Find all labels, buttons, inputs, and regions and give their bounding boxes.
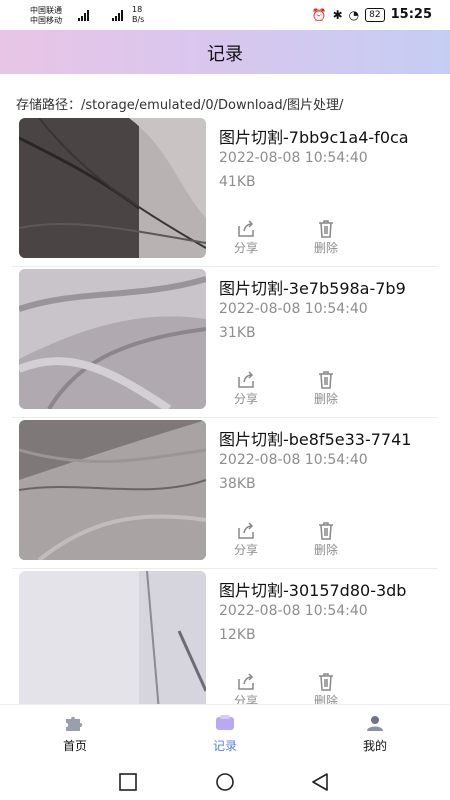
record-size: 38KB	[219, 476, 256, 492]
net-speed-unit: B/s	[132, 15, 145, 24]
record-thumbnail[interactable]	[19, 118, 206, 258]
record-icon	[216, 715, 234, 730]
carrier-1: 中国联通	[30, 6, 62, 15]
tab-profile[interactable]: 我的	[335, 713, 415, 754]
record-date: 2022-08-08 10:54:40	[219, 452, 368, 468]
page-header: 记录	[0, 30, 450, 74]
delete-label: 删除	[313, 694, 338, 704]
recents-icon[interactable]	[118, 773, 138, 791]
record-name: 图片切割-3e7b598a-7b9	[219, 279, 406, 298]
tab-label: 我的	[362, 739, 387, 753]
record-thumbnail[interactable]	[19, 269, 206, 409]
record-item[interactable]: 图片切割-7bb9c1a4-f0ca 2022-08-08 10:54:40 4…	[0, 116, 450, 267]
delete-button[interactable]: 删除	[306, 673, 346, 704]
record-size: 41KB	[219, 174, 256, 190]
trash-icon	[319, 371, 333, 389]
trash-icon	[319, 673, 333, 691]
record-name: 图片切割-7bb9c1a4-f0ca	[219, 128, 409, 147]
storage-path-value: /storage/emulated/0/Download/图片处理/	[81, 98, 344, 113]
share-button[interactable]: 分享	[226, 522, 266, 558]
puzzle-icon	[66, 716, 83, 731]
record-date: 2022-08-08 10:54:40	[219, 150, 368, 166]
share-button[interactable]: 分享	[226, 220, 266, 256]
tab-label: 首页	[62, 739, 87, 753]
share-label: 分享	[233, 694, 258, 704]
record-name: 图片切割-30157d80-3db	[219, 581, 407, 600]
record-size: 31KB	[219, 325, 256, 341]
share-label: 分享	[233, 392, 258, 406]
record-item[interactable]: 图片切割-be8f5e33-7741 2022-08-08 10:54:40 3…	[0, 418, 450, 569]
signal-icon-2	[112, 9, 123, 21]
net-speed: 18 B/s	[132, 5, 144, 25]
share-icon	[238, 673, 254, 690]
share-icon	[238, 371, 254, 388]
profile-icon	[367, 716, 383, 731]
share-button[interactable]: 分享	[226, 371, 266, 407]
carrier-info: 中国联通 中国移动	[30, 6, 62, 26]
record-name: 图片切割-be8f5e33-7741	[219, 430, 412, 449]
delete-label: 删除	[313, 392, 338, 406]
record-item[interactable]: 图片切割-3e7b598a-7b9 2022-08-08 10:54:40 31…	[0, 267, 450, 418]
delete-button[interactable]: 删除	[306, 371, 346, 407]
record-list[interactable]: 图片切割-7bb9c1a4-f0ca 2022-08-08 10:54:40 4…	[0, 116, 450, 704]
carrier-2: 中国移动	[30, 16, 62, 25]
share-label: 分享	[233, 543, 258, 557]
share-icon	[238, 220, 254, 237]
share-label: 分享	[233, 241, 258, 255]
storage-path-label: 存储路径：	[16, 98, 82, 113]
back-icon[interactable]	[310, 773, 330, 791]
alarm-icon: ⏰	[311, 7, 327, 22]
record-date: 2022-08-08 10:54:40	[219, 301, 368, 317]
net-speed-value: 18	[132, 5, 143, 14]
speedometer-icon: ◔	[348, 7, 360, 22]
record-thumbnail[interactable]	[19, 420, 206, 560]
page-title: 记录	[207, 44, 243, 65]
record-thumbnail[interactable]	[19, 571, 206, 704]
signal-icon	[78, 9, 89, 21]
home-icon[interactable]	[214, 773, 236, 791]
record-item[interactable]: 图片切割-30157d80-3db 2022-08-08 10:54:40 12…	[0, 569, 450, 704]
delete-button[interactable]: 删除	[306, 522, 346, 558]
share-icon	[238, 522, 254, 539]
trash-icon	[319, 220, 333, 238]
delete-label: 删除	[313, 241, 338, 255]
storage-path: 存储路径：/storage/emulated/0/Download/图片处理/	[16, 94, 450, 113]
trash-icon	[319, 522, 333, 540]
tab-label: 记录	[212, 739, 237, 753]
tab-home[interactable]: 首页	[35, 713, 115, 754]
record-size: 12KB	[219, 627, 256, 643]
bottom-tab-bar: 首页 记录 我的	[0, 704, 450, 763]
battery-indicator: 82	[365, 7, 385, 22]
delete-label: 删除	[313, 543, 338, 557]
clock: 15:25	[390, 7, 432, 22]
status-bar: 中国联通 中国移动 18 B/s ⏰ ✱ ◔ 82 15:25	[0, 0, 450, 30]
tab-records[interactable]: 记录	[185, 713, 265, 754]
system-nav-bar	[0, 762, 450, 800]
bluetooth-icon: ✱	[332, 7, 343, 22]
record-date: 2022-08-08 10:54:40	[219, 603, 368, 619]
share-button[interactable]: 分享	[226, 673, 266, 704]
delete-button[interactable]: 删除	[306, 220, 346, 256]
